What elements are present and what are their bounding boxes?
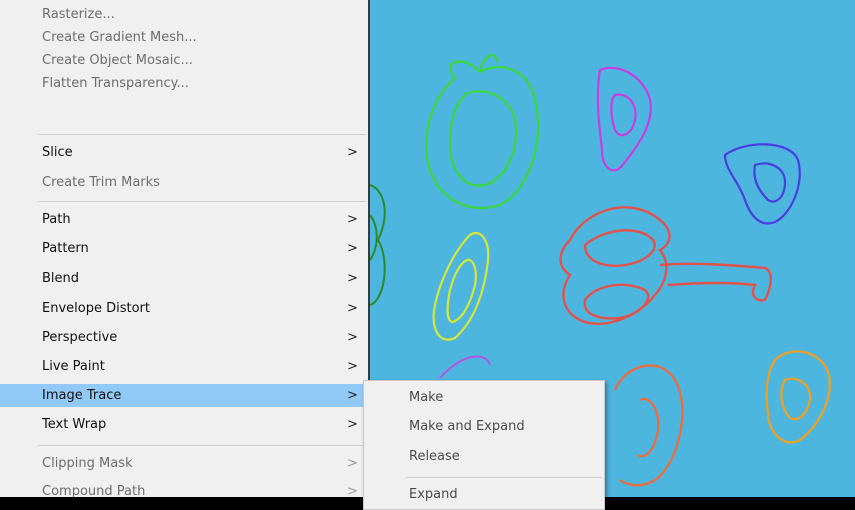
submenu-arrow-icon: > [347, 145, 358, 160]
submenu-arrow-icon: > [347, 484, 358, 497]
menu-item-perspective[interactable]: Perspective > [0, 326, 368, 349]
menu-item-pattern[interactable]: Pattern > [0, 237, 368, 260]
submenu-arrow-icon: > [347, 241, 358, 256]
menu-item-envelope-distort[interactable]: Envelope Distort > [0, 297, 368, 320]
submenu-arrow-icon: > [347, 271, 358, 286]
menu-item-rasterize[interactable]: Rasterize... [0, 3, 368, 26]
menu-separator [38, 445, 366, 446]
submenu-separator [406, 477, 602, 478]
menu-item-slice[interactable]: Slice > [0, 141, 368, 164]
submenu-item-make-and-expand[interactable]: Make and Expand [364, 415, 604, 438]
menu-separator [38, 201, 366, 202]
submenu-arrow-icon: > [347, 301, 358, 316]
submenu-arrow-icon: > [347, 388, 358, 403]
image-trace-submenu: Make Make and Expand Release Expand [363, 380, 605, 510]
menu-item-image-trace[interactable]: Image Trace > [0, 384, 368, 407]
menu-item-compound-path[interactable]: Compound Path > [0, 480, 368, 497]
object-menu: Rasterize... Create Gradient Mesh... Cre… [0, 0, 370, 497]
submenu-arrow-icon: > [347, 330, 358, 345]
submenu-item-release[interactable]: Release [364, 445, 604, 468]
menu-item-live-paint[interactable]: Live Paint > [0, 355, 368, 378]
submenu-arrow-icon: > [347, 456, 358, 471]
submenu-arrow-icon: > [347, 359, 358, 374]
menu-item-flatten-transparency[interactable]: Flatten Transparency... [0, 72, 368, 95]
submenu-item-expand[interactable]: Expand [364, 483, 604, 506]
menu-item-path[interactable]: Path > [0, 208, 368, 231]
menu-item-text-wrap[interactable]: Text Wrap > [0, 413, 368, 436]
menu-separator [38, 134, 366, 135]
menu-item-create-object-mosaic[interactable]: Create Object Mosaic... [0, 49, 368, 72]
submenu-arrow-icon: > [347, 417, 358, 432]
menu-item-blend[interactable]: Blend > [0, 267, 368, 290]
menu-item-clipping-mask[interactable]: Clipping Mask > [0, 452, 368, 475]
submenu-arrow-icon: > [347, 212, 358, 227]
menu-item-create-trim-marks[interactable]: Create Trim Marks [0, 171, 368, 194]
menu-item-create-gradient-mesh[interactable]: Create Gradient Mesh... [0, 26, 368, 49]
submenu-item-make[interactable]: Make [364, 386, 604, 409]
